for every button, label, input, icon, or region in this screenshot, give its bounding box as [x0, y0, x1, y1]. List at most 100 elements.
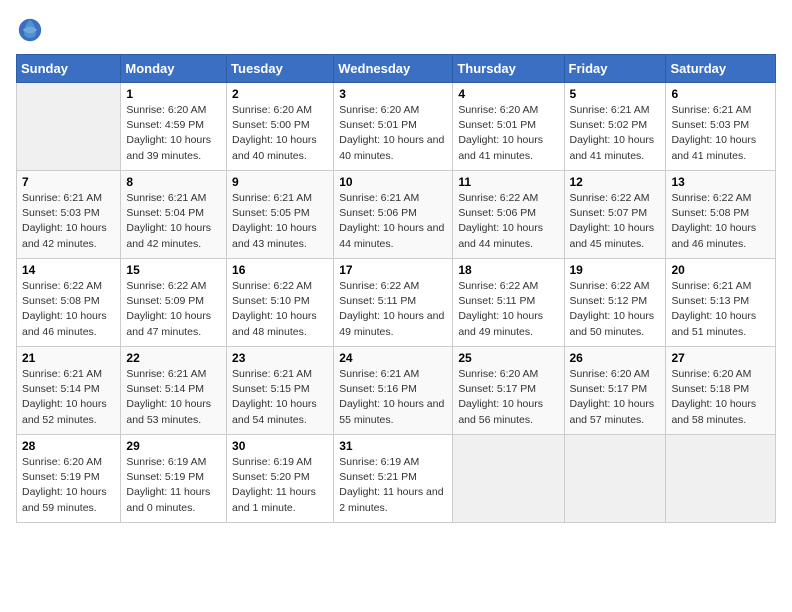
day-info: Sunrise: 6:20 AMSunset: 5:00 PMDaylight:…: [232, 103, 328, 164]
day-cell: 11 Sunrise: 6:22 AMSunset: 5:06 PMDayligh…: [453, 171, 564, 259]
day-info: Sunrise: 6:19 AMSunset: 5:20 PMDaylight:…: [232, 455, 328, 516]
day-cell: 26Sunrise: 6:20 AMSunset: 5:17 PMDayligh…: [564, 347, 666, 435]
day-info: Sunrise: 6:21 AMSunset: 5:06 PMDaylight:…: [339, 191, 447, 252]
day-number: 8: [126, 175, 221, 189]
day-cell: [564, 435, 666, 523]
day-cell: 8 Sunrise: 6:21 AMSunset: 5:04 PMDaylight…: [121, 171, 227, 259]
day-number: 6: [671, 87, 770, 101]
day-cell: 17Sunrise: 6:22 AMSunset: 5:11 PMDayligh…: [334, 259, 453, 347]
day-cell: [17, 83, 121, 171]
day-number: 10: [339, 175, 447, 189]
day-cell: 2 Sunrise: 6:20 AMSunset: 5:00 PMDaylight…: [227, 83, 334, 171]
day-info: Sunrise: 6:21 AMSunset: 5:16 PMDaylight:…: [339, 367, 447, 428]
day-cell: 28Sunrise: 6:20 AMSunset: 5:19 PMDayligh…: [17, 435, 121, 523]
day-cell: 29 Sunrise: 6:19 AMSunset: 5:19 PMDayligh…: [121, 435, 227, 523]
day-cell: 22 Sunrise: 6:21 AMSunset: 5:14 PMDayligh…: [121, 347, 227, 435]
header-day-sunday: Sunday: [17, 55, 121, 83]
day-info: Sunrise: 6:21 AMSunset: 5:15 PMDaylight:…: [232, 367, 328, 428]
day-number: 18: [458, 263, 558, 277]
day-cell: 20Sunrise: 6:21 AMSunset: 5:13 PMDayligh…: [666, 259, 776, 347]
day-cell: 13Sunrise: 6:22 AMSunset: 5:08 PMDayligh…: [666, 171, 776, 259]
day-info: Sunrise: 6:21 AMSunset: 5:05 PMDaylight:…: [232, 191, 328, 252]
day-info: Sunrise: 6:19 AMSunset: 5:19 PMDaylight:…: [126, 455, 221, 516]
day-info: Sunrise: 6:21 AMSunset: 5:04 PMDaylight:…: [126, 191, 221, 252]
week-row-5: 28Sunrise: 6:20 AMSunset: 5:19 PMDayligh…: [17, 435, 776, 523]
day-number: 19: [570, 263, 661, 277]
day-cell: 3 Sunrise: 6:20 AMSunset: 5:01 PMDaylight…: [334, 83, 453, 171]
day-number: 3: [339, 87, 447, 101]
day-number: 1: [126, 87, 221, 101]
day-cell: 15 Sunrise: 6:22 AMSunset: 5:09 PMDayligh…: [121, 259, 227, 347]
day-info: Sunrise: 6:22 AMSunset: 5:06 PMDaylight:…: [458, 191, 558, 252]
day-info: Sunrise: 6:22 AMSunset: 5:11 PMDaylight:…: [458, 279, 558, 340]
day-number: 24: [339, 351, 447, 365]
calendar-header: SundayMondayTuesdayWednesdayThursdayFrid…: [17, 55, 776, 83]
calendar-body: 1 Sunrise: 6:20 AMSunset: 4:59 PMDaylight…: [17, 83, 776, 523]
day-cell: 6 Sunrise: 6:21 AMSunset: 5:03 PMDaylight…: [666, 83, 776, 171]
week-row-1: 1 Sunrise: 6:20 AMSunset: 4:59 PMDaylight…: [17, 83, 776, 171]
day-info: Sunrise: 6:22 AMSunset: 5:08 PMDaylight:…: [22, 279, 115, 340]
day-number: 29: [126, 439, 221, 453]
day-cell: 5 Sunrise: 6:21 AMSunset: 5:02 PMDaylight…: [564, 83, 666, 171]
header-day-tuesday: Tuesday: [227, 55, 334, 83]
day-number: 5: [570, 87, 661, 101]
day-number: 16: [232, 263, 328, 277]
day-number: 22: [126, 351, 221, 365]
header-day-saturday: Saturday: [666, 55, 776, 83]
day-cell: 23 Sunrise: 6:21 AMSunset: 5:15 PMDayligh…: [227, 347, 334, 435]
day-cell: 19 Sunrise: 6:22 AMSunset: 5:12 PMDayligh…: [564, 259, 666, 347]
day-number: 27: [671, 351, 770, 365]
header-row: SundayMondayTuesdayWednesdayThursdayFrid…: [17, 55, 776, 83]
day-cell: 25Sunrise: 6:20 AMSunset: 5:17 PMDayligh…: [453, 347, 564, 435]
day-number: 25: [458, 351, 558, 365]
week-row-4: 21 Sunrise: 6:21 AMSunset: 5:14 PMDayligh…: [17, 347, 776, 435]
day-number: 14: [22, 263, 115, 277]
day-number: 7: [22, 175, 115, 189]
day-cell: 27 Sunrise: 6:20 AMSunset: 5:18 PMDayligh…: [666, 347, 776, 435]
day-number: 31: [339, 439, 447, 453]
day-number: 2: [232, 87, 328, 101]
day-info: Sunrise: 6:21 AMSunset: 5:14 PMDaylight:…: [126, 367, 221, 428]
day-info: Sunrise: 6:21 AMSunset: 5:02 PMDaylight:…: [570, 103, 661, 164]
day-cell: 4 Sunrise: 6:20 AMSunset: 5:01 PMDaylight…: [453, 83, 564, 171]
day-cell: 1 Sunrise: 6:20 AMSunset: 4:59 PMDaylight…: [121, 83, 227, 171]
day-number: 4: [458, 87, 558, 101]
day-number: 11: [458, 175, 558, 189]
day-info: Sunrise: 6:20 AMSunset: 5:19 PMDaylight:…: [22, 455, 115, 516]
day-info: Sunrise: 6:21 AMSunset: 5:14 PMDaylight:…: [22, 367, 115, 428]
day-number: 13: [671, 175, 770, 189]
day-info: Sunrise: 6:21 AMSunset: 5:03 PMDaylight:…: [22, 191, 115, 252]
day-cell: 31Sunrise: 6:19 AMSunset: 5:21 PMDayligh…: [334, 435, 453, 523]
page-header: [16, 16, 776, 44]
day-cell: [453, 435, 564, 523]
day-number: 9: [232, 175, 328, 189]
day-info: Sunrise: 6:22 AMSunset: 5:09 PMDaylight:…: [126, 279, 221, 340]
day-info: Sunrise: 6:20 AMSunset: 5:01 PMDaylight:…: [458, 103, 558, 164]
day-info: Sunrise: 6:22 AMSunset: 5:07 PMDaylight:…: [570, 191, 661, 252]
day-info: Sunrise: 6:20 AMSunset: 4:59 PMDaylight:…: [126, 103, 221, 164]
day-number: 30: [232, 439, 328, 453]
day-info: Sunrise: 6:20 AMSunset: 5:18 PMDaylight:…: [671, 367, 770, 428]
day-number: 15: [126, 263, 221, 277]
day-cell: 21 Sunrise: 6:21 AMSunset: 5:14 PMDayligh…: [17, 347, 121, 435]
day-info: Sunrise: 6:22 AMSunset: 5:12 PMDaylight:…: [570, 279, 661, 340]
day-info: Sunrise: 6:20 AMSunset: 5:01 PMDaylight:…: [339, 103, 447, 164]
logo-icon: [16, 16, 44, 44]
header-day-monday: Monday: [121, 55, 227, 83]
header-day-wednesday: Wednesday: [334, 55, 453, 83]
day-cell: 18 Sunrise: 6:22 AMSunset: 5:11 PMDayligh…: [453, 259, 564, 347]
day-cell: 16Sunrise: 6:22 AMSunset: 5:10 PMDayligh…: [227, 259, 334, 347]
header-day-thursday: Thursday: [453, 55, 564, 83]
day-number: 17: [339, 263, 447, 277]
header-day-friday: Friday: [564, 55, 666, 83]
day-info: Sunrise: 6:20 AMSunset: 5:17 PMDaylight:…: [570, 367, 661, 428]
day-cell: 9 Sunrise: 6:21 AMSunset: 5:05 PMDaylight…: [227, 171, 334, 259]
day-info: Sunrise: 6:21 AMSunset: 5:13 PMDaylight:…: [671, 279, 770, 340]
day-cell: 30 Sunrise: 6:19 AMSunset: 5:20 PMDayligh…: [227, 435, 334, 523]
week-row-2: 7 Sunrise: 6:21 AMSunset: 5:03 PMDaylight…: [17, 171, 776, 259]
day-info: Sunrise: 6:21 AMSunset: 5:03 PMDaylight:…: [671, 103, 770, 164]
day-number: 23: [232, 351, 328, 365]
day-cell: 24 Sunrise: 6:21 AMSunset: 5:16 PMDayligh…: [334, 347, 453, 435]
day-number: 21: [22, 351, 115, 365]
day-number: 12: [570, 175, 661, 189]
